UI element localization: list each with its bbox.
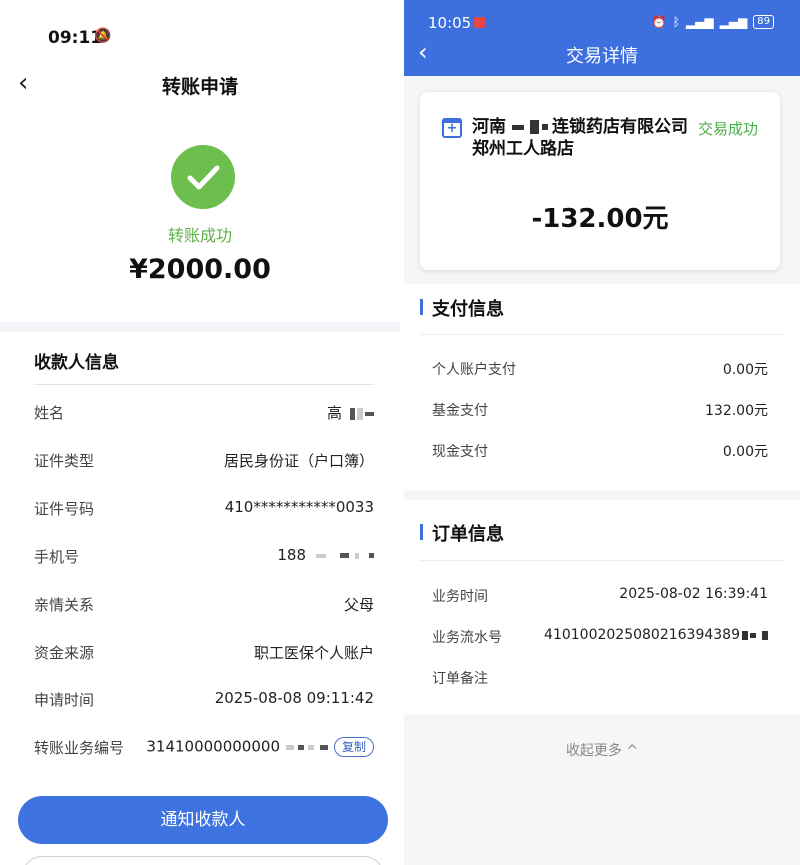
transfer-status-text: 转账成功 xyxy=(167,226,232,245)
transaction-status: 交易成功 xyxy=(697,120,758,138)
merchant-card: 河南连锁药店有限公司郑州工人路店 交易成功 -132.00元 xyxy=(420,92,780,270)
section-title: 订单信息 xyxy=(432,524,504,545)
secondary-button[interactable] xyxy=(22,856,384,865)
row-label: 现金支付 xyxy=(432,444,488,460)
store-icon xyxy=(442,118,462,138)
section-accent xyxy=(420,299,423,315)
divider xyxy=(34,384,374,385)
row-label: 资金来源 xyxy=(34,644,95,662)
row-value: 职工医保个人账户 xyxy=(253,644,374,662)
battery-icon: 89 xyxy=(753,15,774,29)
divider xyxy=(420,560,784,561)
info-row-phone: 手机号 188 xyxy=(34,546,374,574)
row-label: 姓名 xyxy=(34,404,65,422)
row-label: 申请时间 xyxy=(34,691,95,709)
status-icons: ⏰ ᛒ ▂▄▆ ▂▄▆ 89 xyxy=(652,15,774,29)
row-value: 居民身份证（户口簿） xyxy=(223,452,374,470)
recording-icon xyxy=(474,17,485,28)
copy-button[interactable]: 复制 xyxy=(333,737,374,757)
notify-payee-button[interactable]: 通知收款人 xyxy=(18,796,388,844)
transfer-amount: ¥2000.00 xyxy=(129,254,271,285)
row-label: 业务时间 xyxy=(432,589,488,605)
row-value: 2025-08-02 16:39:41 xyxy=(619,586,768,602)
row-value: 188 xyxy=(277,546,374,564)
bluetooth-icon: ᛒ xyxy=(672,15,680,29)
section-divider xyxy=(0,322,400,332)
payee-section-title: 收款人信息 xyxy=(34,353,119,373)
info-row-id-type: 证件类型 居民身份证（户口簿） xyxy=(34,450,374,478)
signal-icon-2: ▂▄▆ xyxy=(719,15,748,29)
redaction-mask xyxy=(510,117,548,137)
row-label: 证件号码 xyxy=(34,500,95,518)
row-label: 业务流水号 xyxy=(432,630,502,646)
row-value: 410***********0033 xyxy=(224,498,374,516)
redaction-mask xyxy=(740,627,768,643)
section-accent xyxy=(420,524,423,540)
row-value: 31410000000000 复制 xyxy=(146,737,374,757)
row-value: 高 xyxy=(327,402,374,423)
right-screen-transaction-detail: 10:05 ⏰ ᛒ ▂▄▆ ▂▄▆ 89 ‹ 交易详情 河南连锁药店有限公司郑州… xyxy=(404,0,800,865)
section-title: 支付信息 xyxy=(432,299,504,320)
header: 10:05 ⏰ ᛒ ▂▄▆ ▂▄▆ 89 ‹ 交易详情 xyxy=(404,0,800,76)
row-value: 0.00元 xyxy=(722,444,768,460)
status-time: 10:05 xyxy=(428,14,472,32)
nav-bar: ‹ 转账申请 xyxy=(0,62,400,106)
left-screen-transfer-application: 09:11 🔕 4G 98 ‹ 转账申请 转账成功 ¥2000.00 收款人信息… xyxy=(0,0,400,865)
row-value: 父母 xyxy=(343,596,374,614)
row-value: 0.00元 xyxy=(722,362,768,378)
info-row-id-number: 证件号码 410***********0033 xyxy=(34,498,374,526)
merchant-name: 河南 连锁药店有限公司郑州工人路店 xyxy=(472,117,688,159)
row-label: 基金支付 xyxy=(432,403,488,419)
order-info-section: 订单信息 业务时间 2025-08-02 16:39:41 业务流水号 4101… xyxy=(404,500,800,714)
row-value: 2025-08-08 09:11:42 xyxy=(214,689,374,707)
alarm-icon: ⏰ xyxy=(651,15,667,29)
row-value: 4101002025080216394389 xyxy=(544,627,768,643)
divider xyxy=(420,334,784,335)
row-value: 132.00元 xyxy=(705,403,768,419)
row-label: 订单备注 xyxy=(432,671,488,687)
info-row-fund-source: 资金来源 职工医保个人账户 xyxy=(34,642,374,670)
collapse-more-toggle[interactable]: 收起更多 ^ xyxy=(404,740,800,760)
signal-icon: ▂▄▆ xyxy=(685,15,714,29)
row-label: 个人账户支付 xyxy=(432,362,516,378)
mute-bell-icon: 🔕 xyxy=(94,28,112,44)
redaction-mask xyxy=(314,546,374,564)
transaction-amount: -132.00元 xyxy=(531,204,669,234)
redaction-mask xyxy=(348,404,374,422)
info-row-business-number: 转账业务编号 31410000000000 复制 xyxy=(34,737,374,765)
payment-info-section: 支付信息 个人账户支付 0.00元 基金支付 132.00元 现金支付 0.00… xyxy=(404,284,800,490)
redaction-mask xyxy=(284,738,328,756)
row-label: 证件类型 xyxy=(34,452,95,470)
info-row-name: 姓名 高 xyxy=(34,402,374,430)
row-label: 转账业务编号 xyxy=(34,739,125,757)
row-label: 手机号 xyxy=(34,548,80,566)
page-title: 交易详情 xyxy=(566,46,638,67)
info-row-relationship: 亲情关系 父母 xyxy=(34,594,374,622)
page-title: 转账申请 xyxy=(161,76,238,98)
info-row-apply-time: 申请时间 2025-08-08 09:11:42 xyxy=(34,689,374,717)
row-label: 亲情关系 xyxy=(34,596,95,614)
success-check-icon xyxy=(171,145,235,209)
